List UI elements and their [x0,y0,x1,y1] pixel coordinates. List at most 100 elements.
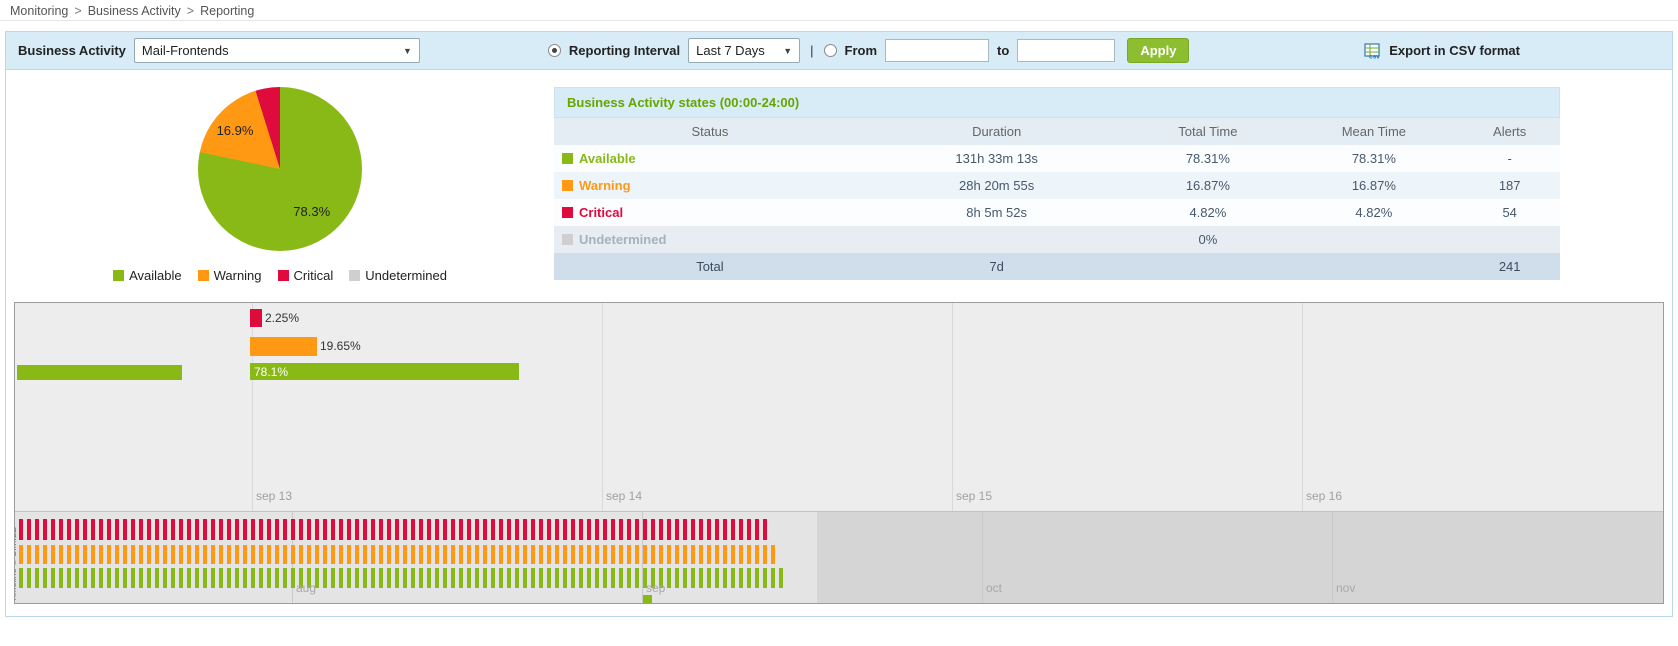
timeline-tick [163,545,167,564]
legend-label: Undetermined [365,268,447,283]
timeline-tick [363,545,367,564]
timeline-tick [243,545,247,564]
timeline-tick [779,568,783,588]
timeline-tick [763,545,767,564]
timeline-tick [699,519,703,540]
timeline-tick [483,568,487,588]
timeline-tick [771,545,775,564]
breadcrumb-separator: > [187,4,194,18]
timeline-tick [419,568,423,588]
timeline-tick [347,568,351,588]
timeline-tick [499,545,503,564]
timeline-widget[interactable]: sep 13sep 14sep 15sep 162.25%19.65%78.1%… [14,302,1664,604]
from-date-input[interactable] [885,39,989,62]
timeline-tick [427,519,431,540]
chevron-down-icon: ▼ [403,46,412,56]
timeline-tick [75,545,79,564]
timeline-tick [259,568,263,588]
timeline-tick [123,545,127,564]
states-table-header: StatusDurationTotal TimeMean TimeAlerts [554,118,1560,145]
timeline-tick [427,545,431,564]
timeline-tick [83,519,87,540]
business-activity-select[interactable]: Mail-Frontends ▼ [134,38,420,63]
timeline-tick [555,568,559,588]
breadcrumb-reporting[interactable]: Reporting [200,4,254,18]
timeline-tick [579,545,583,564]
timeline-gridline [952,303,953,511]
timeline-tick [355,519,359,540]
timeline-tick [227,519,231,540]
timeline-tick [147,545,151,564]
timeline-tick [675,519,679,540]
timeline-tick [467,519,471,540]
timeline-tick [699,568,703,588]
timeline-tick [211,545,215,564]
timeline-tick [283,545,287,564]
timeline-tick [643,545,647,564]
timeline-bar-label: 19.65% [320,339,361,353]
timeline-tick [547,519,551,540]
timeline-tick [507,519,511,540]
timeline-tick [707,545,711,564]
timeline-tick [211,568,215,588]
timeline-tick [171,545,175,564]
states-table-total-row: Total7d241 [554,253,1560,280]
duration-cell: 28h 20m 55s [866,172,1128,199]
timeline-tick [179,545,183,564]
timeline-tick [187,545,191,564]
timeline-tick [139,519,143,540]
timeline-tick [59,568,63,588]
timeline-tick [203,545,207,564]
timeline-tick [187,519,191,540]
custom-range-radio[interactable] [824,44,837,57]
breadcrumb-monitoring[interactable]: Monitoring [10,4,68,18]
status-label: Available [579,151,636,166]
status-swatch [562,234,573,245]
legend-swatch [349,270,360,281]
timeline-tick [147,519,151,540]
timeline-tick [155,545,159,564]
legend-item: Undetermined [349,268,447,283]
export-csv-button[interactable]: csv Export in CSV format [1364,43,1520,59]
interval-controls: Reporting Interval Last 7 Days ▼ | From … [548,38,1190,63]
timeline-gridline [1302,303,1303,511]
timeline-upper-band[interactable]: sep 13sep 14sep 15sep 162.25%19.65%78.1% [15,303,1663,511]
timeline-lower-band[interactable]: Timeline © SIMILE augsepoctnov [15,511,1663,604]
mean-time-cell [1288,226,1459,253]
timeline-tick [419,545,423,564]
timeline-tick [587,545,591,564]
timeline-tick [443,519,447,540]
timeline-tick [235,545,239,564]
timeline-tick [403,545,407,564]
timeline-tick [403,519,407,540]
timeline-tick [235,519,239,540]
interval-select[interactable]: Last 7 Days ▼ [688,38,800,63]
alerts-cell: - [1459,145,1560,172]
breadcrumb-business-activity[interactable]: Business Activity [88,4,181,18]
reporting-interval-radio[interactable] [548,44,561,57]
table-row: Critical8h 5m 52s4.82%4.82%54 [554,199,1560,226]
timeline-tick [459,568,463,588]
mean-time-cell: 16.87% [1288,172,1459,199]
to-date-input[interactable] [1017,39,1115,62]
timeline-tick [323,519,327,540]
timeline-tick [299,545,303,564]
timeline-tick [603,568,607,588]
status-swatch [562,153,573,164]
timeline-tick [107,545,111,564]
timeline-tick [379,568,383,588]
timeline-day-label: sep 15 [956,489,992,503]
timeline-tick [179,568,183,588]
status-swatch [562,180,573,191]
timeline-bar [250,309,262,327]
states-table-header-cell: Alerts [1459,118,1560,145]
timeline-tick [435,545,439,564]
timeline-tick [331,568,335,588]
timeline-tick [691,545,695,564]
timeline-tick [755,545,759,564]
duration-cell [866,226,1128,253]
timeline-bar [250,363,519,380]
apply-button[interactable]: Apply [1127,38,1189,63]
status-label: Critical [579,205,623,220]
timeline-tick [155,568,159,588]
